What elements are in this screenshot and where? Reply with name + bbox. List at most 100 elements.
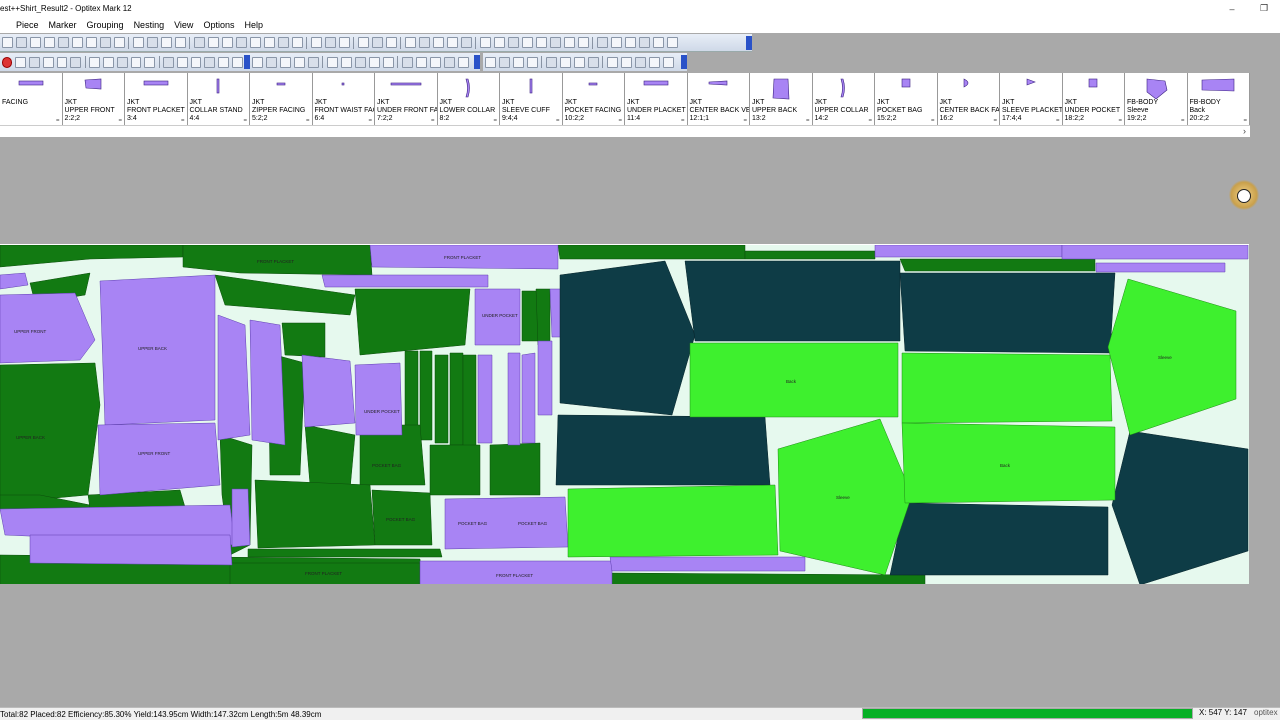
toolbar-button-icon[interactable]: [596, 37, 608, 48]
toolbar-button-icon[interactable]: [549, 37, 561, 48]
toolbar-button-icon[interactable]: [415, 56, 427, 68]
timer-icon[interactable]: [1229, 180, 1259, 210]
toolbar-button-icon[interactable]: [71, 37, 83, 48]
toolbar-button-icon[interactable]: [577, 37, 589, 48]
toolbar-button-icon[interactable]: [57, 37, 69, 48]
toolbar-button-icon[interactable]: [634, 56, 646, 68]
toolbar-button-icon[interactable]: [174, 37, 186, 48]
toolbar-button-icon[interactable]: [85, 37, 97, 48]
marker-canvas[interactable]: UPPER FRONT UPPER BACK UPPER FRONT FRONT…: [0, 244, 1249, 584]
toolbar-button-icon[interactable]: [29, 56, 40, 68]
toolbar-button-icon[interactable]: [401, 56, 413, 68]
piece-cell[interactable]: JKT CENTER BACK FAC 16:2 =: [937, 73, 1000, 125]
toolbar-button-icon[interactable]: [432, 37, 444, 48]
toolbar-button-icon[interactable]: [204, 56, 216, 68]
toolbar-button-icon[interactable]: [526, 56, 538, 68]
toolbar-button-icon[interactable]: [132, 37, 144, 48]
toolbar-button-icon[interactable]: [263, 37, 275, 48]
piece-cell[interactable]: FB-BODY Sleeve 19:2;2 =: [1125, 73, 1188, 125]
toolbar-button-icon[interactable]: [113, 37, 125, 48]
stop-icon[interactable]: [1, 56, 13, 68]
piece-cell[interactable]: JKT UPPER BACK 13:2 =: [750, 73, 813, 125]
toolbar-button-icon[interactable]: [354, 56, 366, 68]
piece-cell[interactable]: JKT CENTER BACK VEN 12:1;1 =: [687, 73, 750, 125]
toolbar-button-icon[interactable]: [15, 37, 27, 48]
toolbar-button-icon[interactable]: [587, 56, 599, 68]
restore-button[interactable]: ❐: [1248, 0, 1280, 17]
toolbar-button-icon[interactable]: [102, 56, 114, 68]
menu-options[interactable]: Options: [198, 20, 239, 30]
toolbar-button-icon[interactable]: [493, 37, 505, 48]
piece-cell[interactable]: JKT UNDER PLACKET 11:4 =: [625, 73, 688, 125]
toolbar-button-icon[interactable]: [610, 37, 622, 48]
piece-cell[interactable]: JKT FRONT PLACKET 3:4 =: [125, 73, 188, 125]
toolbar-button-icon[interactable]: [277, 37, 289, 48]
piece-cell[interactable]: JKT LOWER COLLAR 8:2 =: [437, 73, 500, 125]
menu-view[interactable]: View: [169, 20, 198, 30]
toolbar-button-icon[interactable]: [310, 37, 322, 48]
toolbar-button-icon[interactable]: [479, 37, 491, 48]
toolbar-button-icon[interactable]: [146, 37, 158, 48]
toolbar-button-icon[interactable]: [324, 37, 336, 48]
toolbar-button-icon[interactable]: [190, 56, 202, 68]
toolbar-button-icon[interactable]: [521, 37, 533, 48]
toolbar-button-icon[interactable]: [265, 56, 277, 68]
toolbar-button-icon[interactable]: [70, 56, 82, 68]
toolbar-grip[interactable]: [681, 55, 687, 69]
toolbar-button-icon[interactable]: [620, 56, 632, 68]
toolbar-button-icon[interactable]: [404, 37, 416, 48]
toolbar-button-icon[interactable]: [498, 56, 510, 68]
toolbar-button-icon[interactable]: [249, 37, 261, 48]
toolbar-button-icon[interactable]: [326, 56, 338, 68]
piece-cell[interactable]: JKT UNDER FRONT FAC 7:2;2 =: [375, 73, 438, 125]
toolbar-button-icon[interactable]: [507, 37, 519, 48]
menu-grouping[interactable]: Grouping: [82, 20, 129, 30]
toolbar-button-icon[interactable]: [382, 56, 394, 68]
toolbar-button-icon[interactable]: [279, 56, 291, 68]
toolbar-grip[interactable]: [474, 55, 480, 69]
toolbar-button-icon[interactable]: [293, 56, 305, 68]
toolbar-button-icon[interactable]: [535, 37, 547, 48]
piece-cell[interactable]: JKT POCKET FACING 10:2;2 =: [562, 73, 625, 125]
toolbar-button-icon[interactable]: [368, 56, 380, 68]
toolbar-button-icon[interactable]: [385, 37, 397, 48]
toolbar-button-icon[interactable]: [231, 56, 243, 68]
toolbar-button-icon[interactable]: [251, 56, 263, 68]
piece-cell[interactable]: JKT UNDER POCKET 18:2;2 =: [1062, 73, 1125, 125]
toolbar-button-icon[interactable]: [207, 37, 219, 48]
toolbar-button-icon[interactable]: [457, 56, 469, 68]
toolbar-button-icon[interactable]: [1, 37, 13, 48]
toolbar-button-icon[interactable]: [624, 37, 636, 48]
menu-piece[interactable]: Piece: [11, 20, 44, 30]
toolbar-button-icon[interactable]: [235, 37, 247, 48]
toolbar-button-icon[interactable]: [130, 56, 142, 68]
toolbar-button-icon[interactable]: [652, 37, 664, 48]
toolbar-button-icon[interactable]: [371, 37, 383, 48]
minimize-button[interactable]: –: [1216, 0, 1248, 17]
toolbar-button-icon[interactable]: [218, 56, 229, 68]
toolbar-button-icon[interactable]: [648, 56, 660, 68]
toolbar-button-icon[interactable]: [307, 56, 319, 68]
toolbar-button-icon[interactable]: [666, 37, 678, 48]
toolbar-button-icon[interactable]: [89, 56, 100, 68]
piece-cell[interactable]: JKT UPPER COLLAR 14:2 =: [812, 73, 875, 125]
piece-cell[interactable]: JKT SLEEVE CUFF 9:4;4 =: [500, 73, 563, 125]
toolbar-button-icon[interactable]: [545, 56, 557, 68]
toolbar-button-icon[interactable]: [42, 56, 54, 68]
piece-cell[interactable]: JKT ZIPPER FACING 5:2;2 =: [250, 73, 313, 125]
toolbar-button-icon[interactable]: [221, 37, 233, 48]
toolbar-button-icon[interactable]: [606, 56, 618, 68]
toolbar-button-icon[interactable]: [446, 37, 458, 48]
toolbar-button-icon[interactable]: [193, 37, 205, 48]
scroll-right-icon[interactable]: ›: [1243, 126, 1246, 136]
toolbar-button-icon[interactable]: [460, 37, 472, 48]
toolbar-button-icon[interactable]: [340, 56, 352, 68]
toolbar-button-icon[interactable]: [357, 37, 369, 48]
toolbar-button-icon[interactable]: [176, 56, 188, 68]
piece-cell[interactable]: JKT POCKET BAG 15:2;2 =: [875, 73, 938, 125]
piece-cell[interactable]: JKT FRONT WAIST FAC 6:4 =: [312, 73, 375, 125]
toolbar-button-icon[interactable]: [99, 37, 111, 48]
piece-cell[interactable]: JKT COLLAR STAND 4:4 =: [187, 73, 250, 125]
piece-cell[interactable]: FB-BODY Back 20:2;2 =: [1187, 73, 1250, 125]
toolbar-button-icon[interactable]: [638, 37, 650, 48]
